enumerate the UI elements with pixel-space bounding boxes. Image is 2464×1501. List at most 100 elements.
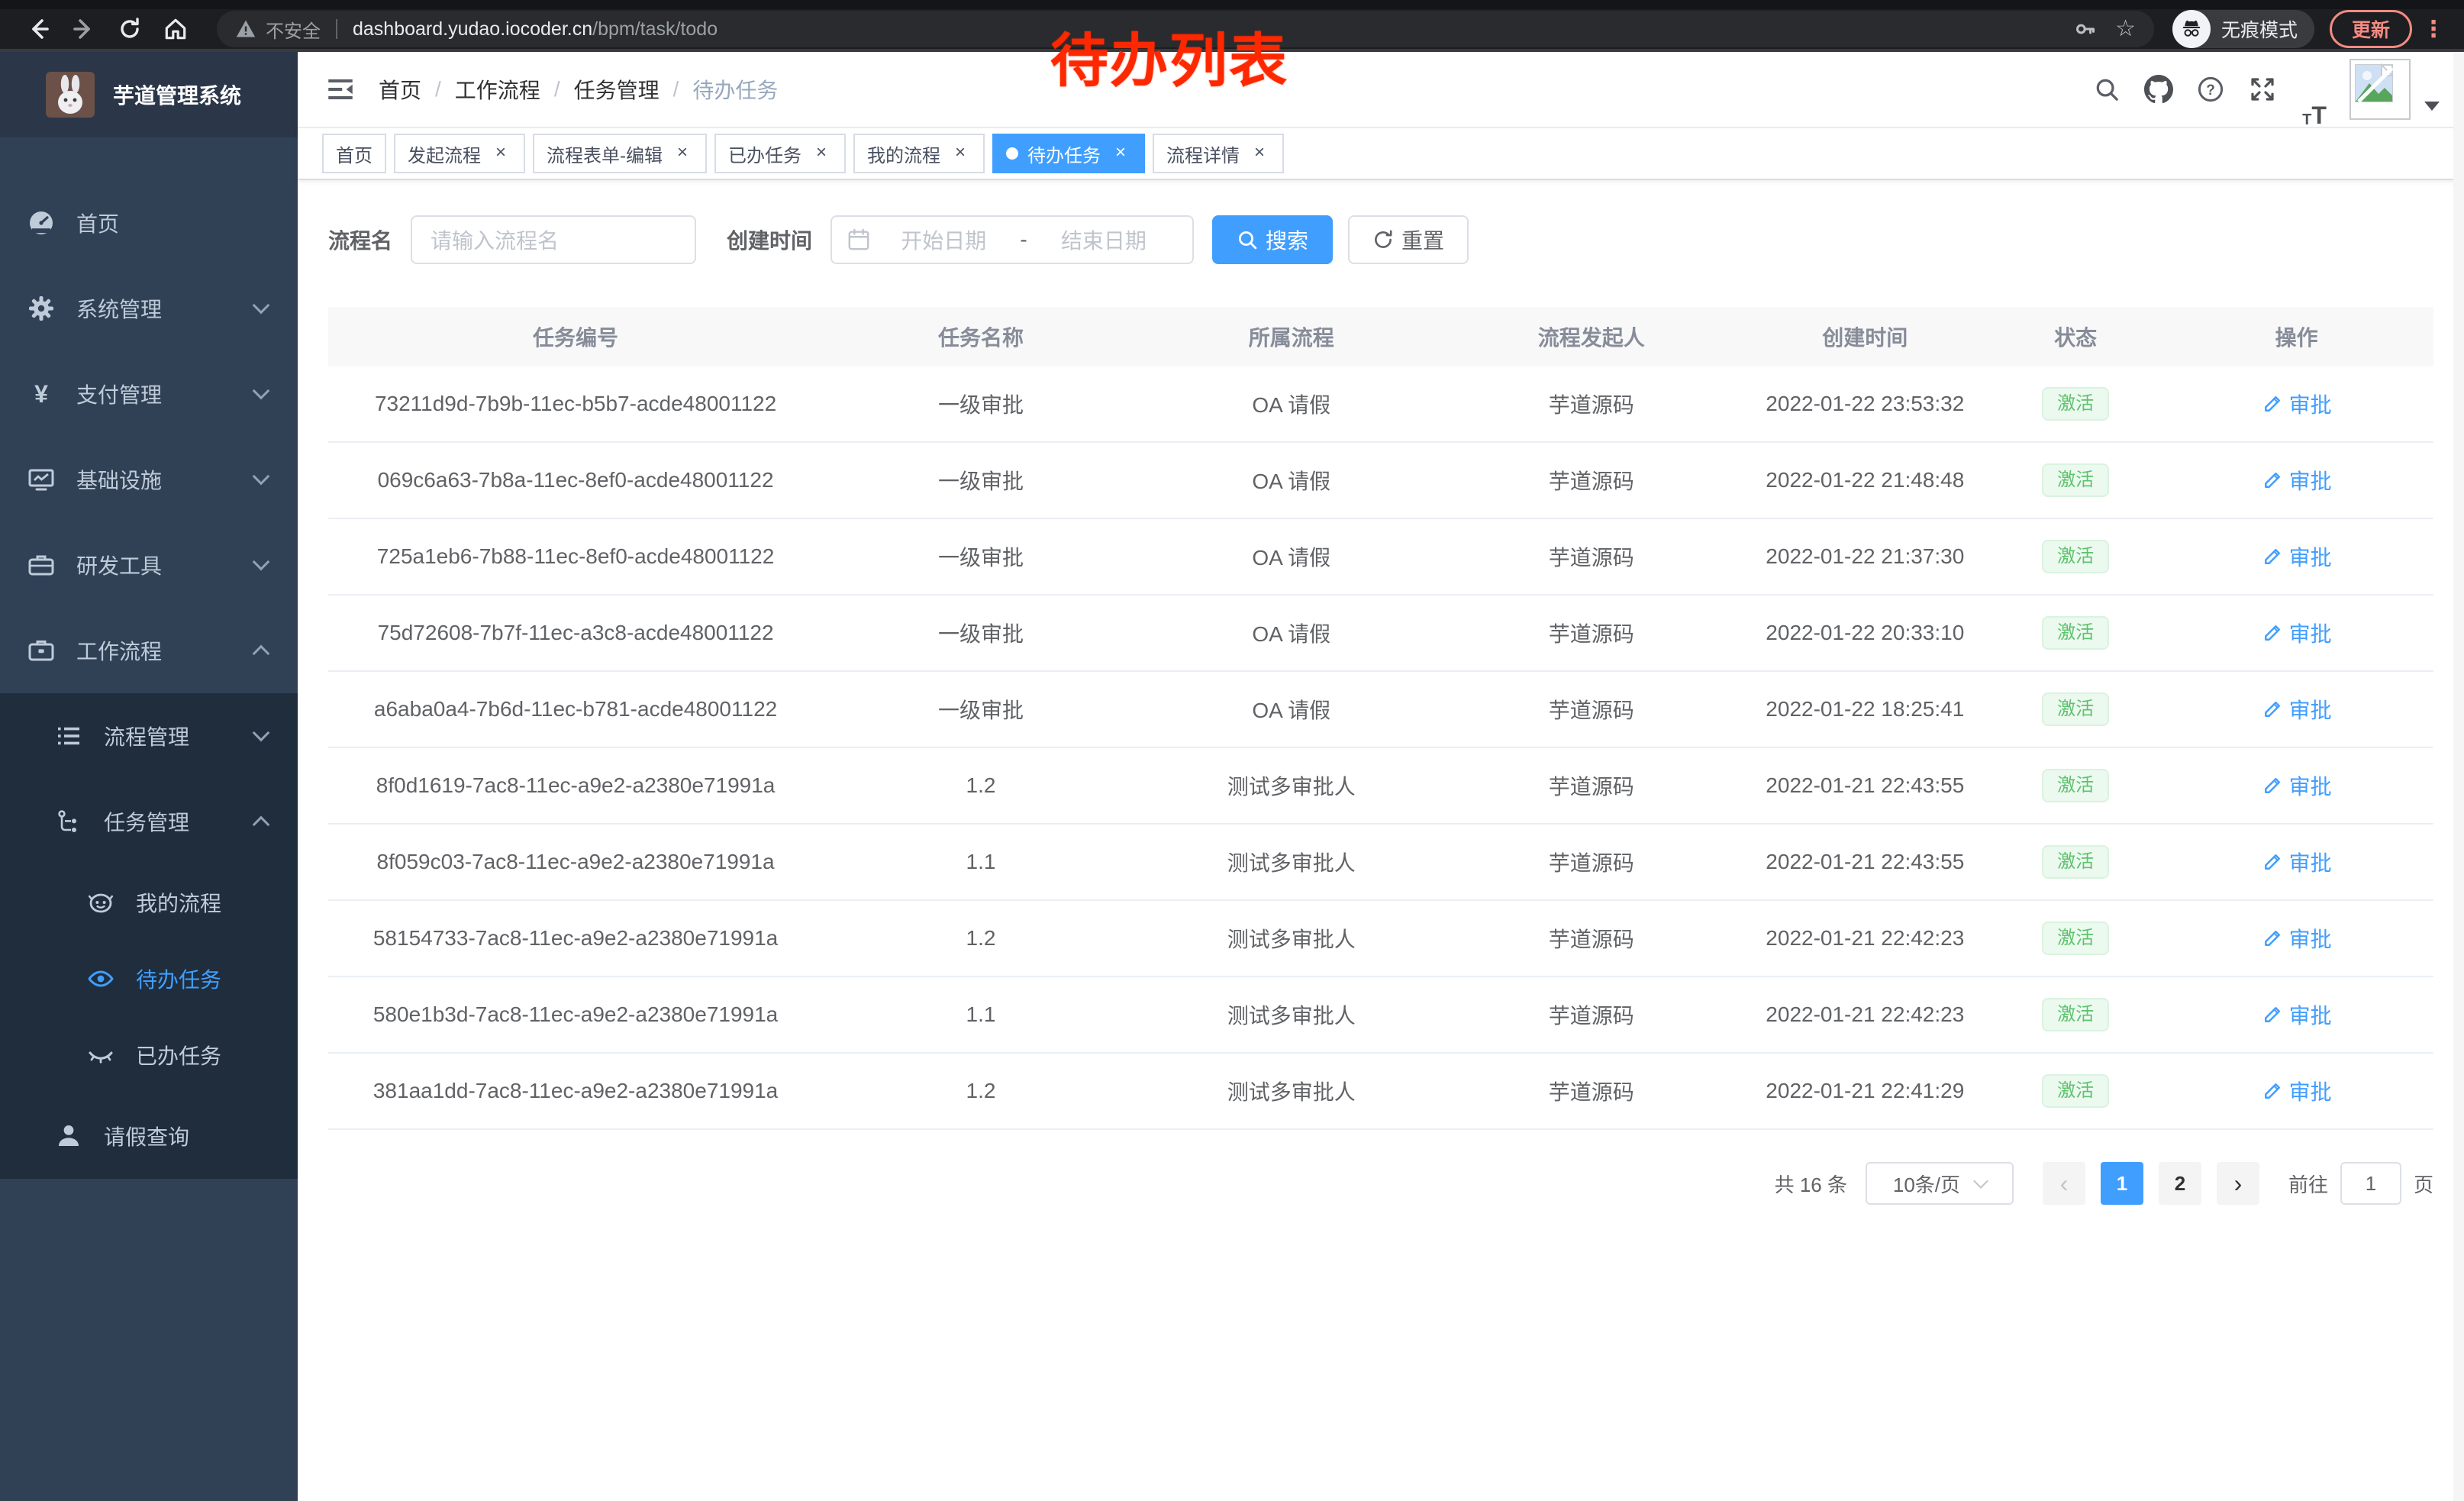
incognito-icon [2172, 10, 2211, 48]
header-search-icon[interactable] [2081, 51, 2133, 128]
breadcrumb-task-management[interactable]: 任务管理 [574, 74, 660, 105]
page-scrollbar[interactable] [2453, 52, 2464, 1501]
page-jumper: 前往 1 页 [2288, 1162, 2433, 1205]
approve-button[interactable]: 审批 [2262, 389, 2332, 419]
status-badge: 激活 [2042, 1074, 2109, 1108]
prev-page-button[interactable]: ‹ [2043, 1162, 2085, 1205]
breadcrumb-workflow[interactable]: 工作流程 [455, 74, 540, 105]
app-logo-row[interactable]: 芋道管理系统 [0, 52, 298, 137]
sidebar-item-infrastructure[interactable]: 基础设施 [0, 437, 298, 522]
reset-button[interactable]: 重置 [1348, 215, 1469, 264]
sidebar-item-home[interactable]: 首页 [0, 180, 298, 266]
page-size-select[interactable]: 10条/页 [1866, 1162, 2014, 1205]
sidebar-item-leave-query[interactable]: 请假查询 [0, 1093, 298, 1179]
table-row: 75d72608-7b7f-11ec-a3c8-acde48001122 一级审… [328, 594, 2433, 670]
avatar[interactable] [2350, 59, 2411, 120]
avatar-dropdown-caret[interactable] [2424, 102, 2440, 111]
hamburger-icon[interactable] [298, 52, 379, 127]
tab[interactable]: 首页 [322, 134, 386, 173]
col-header-actions: 操作 [2159, 307, 2433, 366]
tab-close-icon[interactable]: × [1110, 143, 1131, 164]
goto-page-input[interactable]: 1 [2340, 1162, 2401, 1205]
tab[interactable]: 已办任务 × [714, 134, 846, 173]
approve-button[interactable]: 审批 [2262, 541, 2332, 572]
svg-text:?: ? [2206, 82, 2215, 98]
process-name-input[interactable]: 请输入流程名 [411, 215, 696, 264]
sidebar-item-workflow[interactable]: 工作流程 [0, 608, 298, 693]
col-header-created: 创建时间 [1739, 307, 1992, 366]
create-time-label: 创建时间 [727, 224, 812, 255]
bookmark-star-icon[interactable]: ☆ [2115, 18, 2136, 40]
approve-button[interactable]: 审批 [2262, 618, 2332, 648]
date-range-picker[interactable]: 开始日期 - 结束日期 [830, 215, 1194, 264]
incognito-label: 无痕模式 [2221, 15, 2298, 43]
workflow-submenu: 流程管理 任务管理 我的流程 [0, 693, 298, 1179]
approve-button[interactable]: 审批 [2262, 999, 2332, 1030]
github-icon[interactable] [2133, 51, 2185, 128]
help-icon[interactable]: ? [2185, 51, 2237, 128]
tab-close-icon[interactable]: × [950, 143, 971, 164]
tab-close-icon[interactable]: × [811, 143, 832, 164]
user-icon [55, 1122, 82, 1150]
table-row: 8f0d1619-7ac8-11ec-a9e2-a2380e71991a 1.2… [328, 747, 2433, 823]
font-size-icon[interactable]: TT [2288, 51, 2340, 128]
status-badge: 激活 [2042, 998, 2109, 1031]
approve-button[interactable]: 审批 [2262, 923, 2332, 954]
home-icon [163, 16, 189, 42]
browser-update-button[interactable]: 更新 [2330, 10, 2412, 48]
status-badge: 激活 [2042, 692, 2109, 726]
search-button[interactable]: 搜索 [1212, 215, 1333, 264]
broken-image-icon [2354, 63, 2394, 103]
edit-pen-icon [2262, 546, 2283, 567]
page-content: 流程名 请输入流程名 创建时间 开始日期 - 结束日期 搜索 [298, 180, 2464, 1205]
address-bar[interactable]: 不安全 dashboard.yudao.iocoder.cn/bpm/task/… [217, 11, 2154, 47]
fullscreen-icon[interactable] [2237, 51, 2288, 128]
sidebar-item-done-tasks[interactable]: 已办任务 [0, 1017, 298, 1093]
approve-button[interactable]: 审批 [2262, 694, 2332, 725]
edit-pen-icon [2262, 699, 2283, 720]
edit-pen-icon [2262, 1004, 2283, 1025]
approve-button[interactable]: 审批 [2262, 770, 2332, 801]
start-date-placeholder[interactable]: 开始日期 [870, 224, 1017, 255]
chevron-down-icon [253, 725, 270, 742]
tab[interactable]: 我的流程 × [853, 134, 985, 173]
password-key-icon[interactable] [2074, 18, 2097, 40]
warning-icon [235, 18, 256, 40]
sidebar-item-todo-tasks[interactable]: 待办任务 [0, 941, 298, 1017]
approve-button[interactable]: 审批 [2262, 465, 2332, 495]
eye-closed-icon [87, 1041, 114, 1069]
browser-back-button[interactable] [15, 9, 61, 49]
breadcrumb-current: 待办任务 [692, 74, 778, 105]
sidebar-item-task-management[interactable]: 任务管理 [0, 779, 298, 864]
tab-close-icon[interactable]: × [490, 143, 511, 164]
sidebar-item-payment[interactable]: ¥ 支付管理 [0, 351, 298, 437]
tab-close-icon[interactable]: × [672, 143, 693, 164]
status-badge: 激活 [2042, 387, 2109, 421]
col-header-task-name: 任务名称 [823, 307, 1139, 366]
breadcrumb-home[interactable]: 首页 [379, 74, 421, 105]
sidebar: 芋道管理系统 首页 系统管理 ¥ [0, 52, 298, 1501]
tab[interactable]: 流程表单-编辑 × [533, 134, 707, 173]
browser-reload-button[interactable] [107, 9, 153, 49]
browser-menu-icon[interactable]: ⋮ [2421, 16, 2446, 43]
sidebar-item-dev-tools[interactable]: 研发工具 [0, 522, 298, 608]
page-number-button[interactable]: 2 [2159, 1162, 2201, 1205]
approve-button[interactable]: 审批 [2262, 1076, 2332, 1106]
page-number-button[interactable]: 1 [2101, 1162, 2143, 1205]
sidebar-item-process-management[interactable]: 流程管理 [0, 693, 298, 779]
sidebar-item-my-process[interactable]: 我的流程 [0, 864, 298, 941]
sidebar-item-system[interactable]: 系统管理 [0, 266, 298, 351]
edit-pen-icon [2262, 928, 2283, 949]
browser-home-button[interactable] [153, 9, 198, 49]
browser-toolbar: 不安全 dashboard.yudao.iocoder.cn/bpm/task/… [0, 0, 2464, 52]
approve-button[interactable]: 审批 [2262, 847, 2332, 877]
end-date-placeholder[interactable]: 结束日期 [1030, 224, 1177, 255]
next-page-button[interactable]: › [2217, 1162, 2259, 1205]
tab-close-icon[interactable]: × [1249, 143, 1270, 164]
tab[interactable]: 待办任务 × [992, 134, 1145, 173]
edit-pen-icon [2262, 775, 2283, 796]
browser-forward-button[interactable] [61, 9, 107, 49]
tab[interactable]: 流程详情 × [1153, 134, 1284, 173]
pagination-total: 共 16 条 [1775, 1170, 1847, 1198]
tab[interactable]: 发起流程 × [394, 134, 525, 173]
